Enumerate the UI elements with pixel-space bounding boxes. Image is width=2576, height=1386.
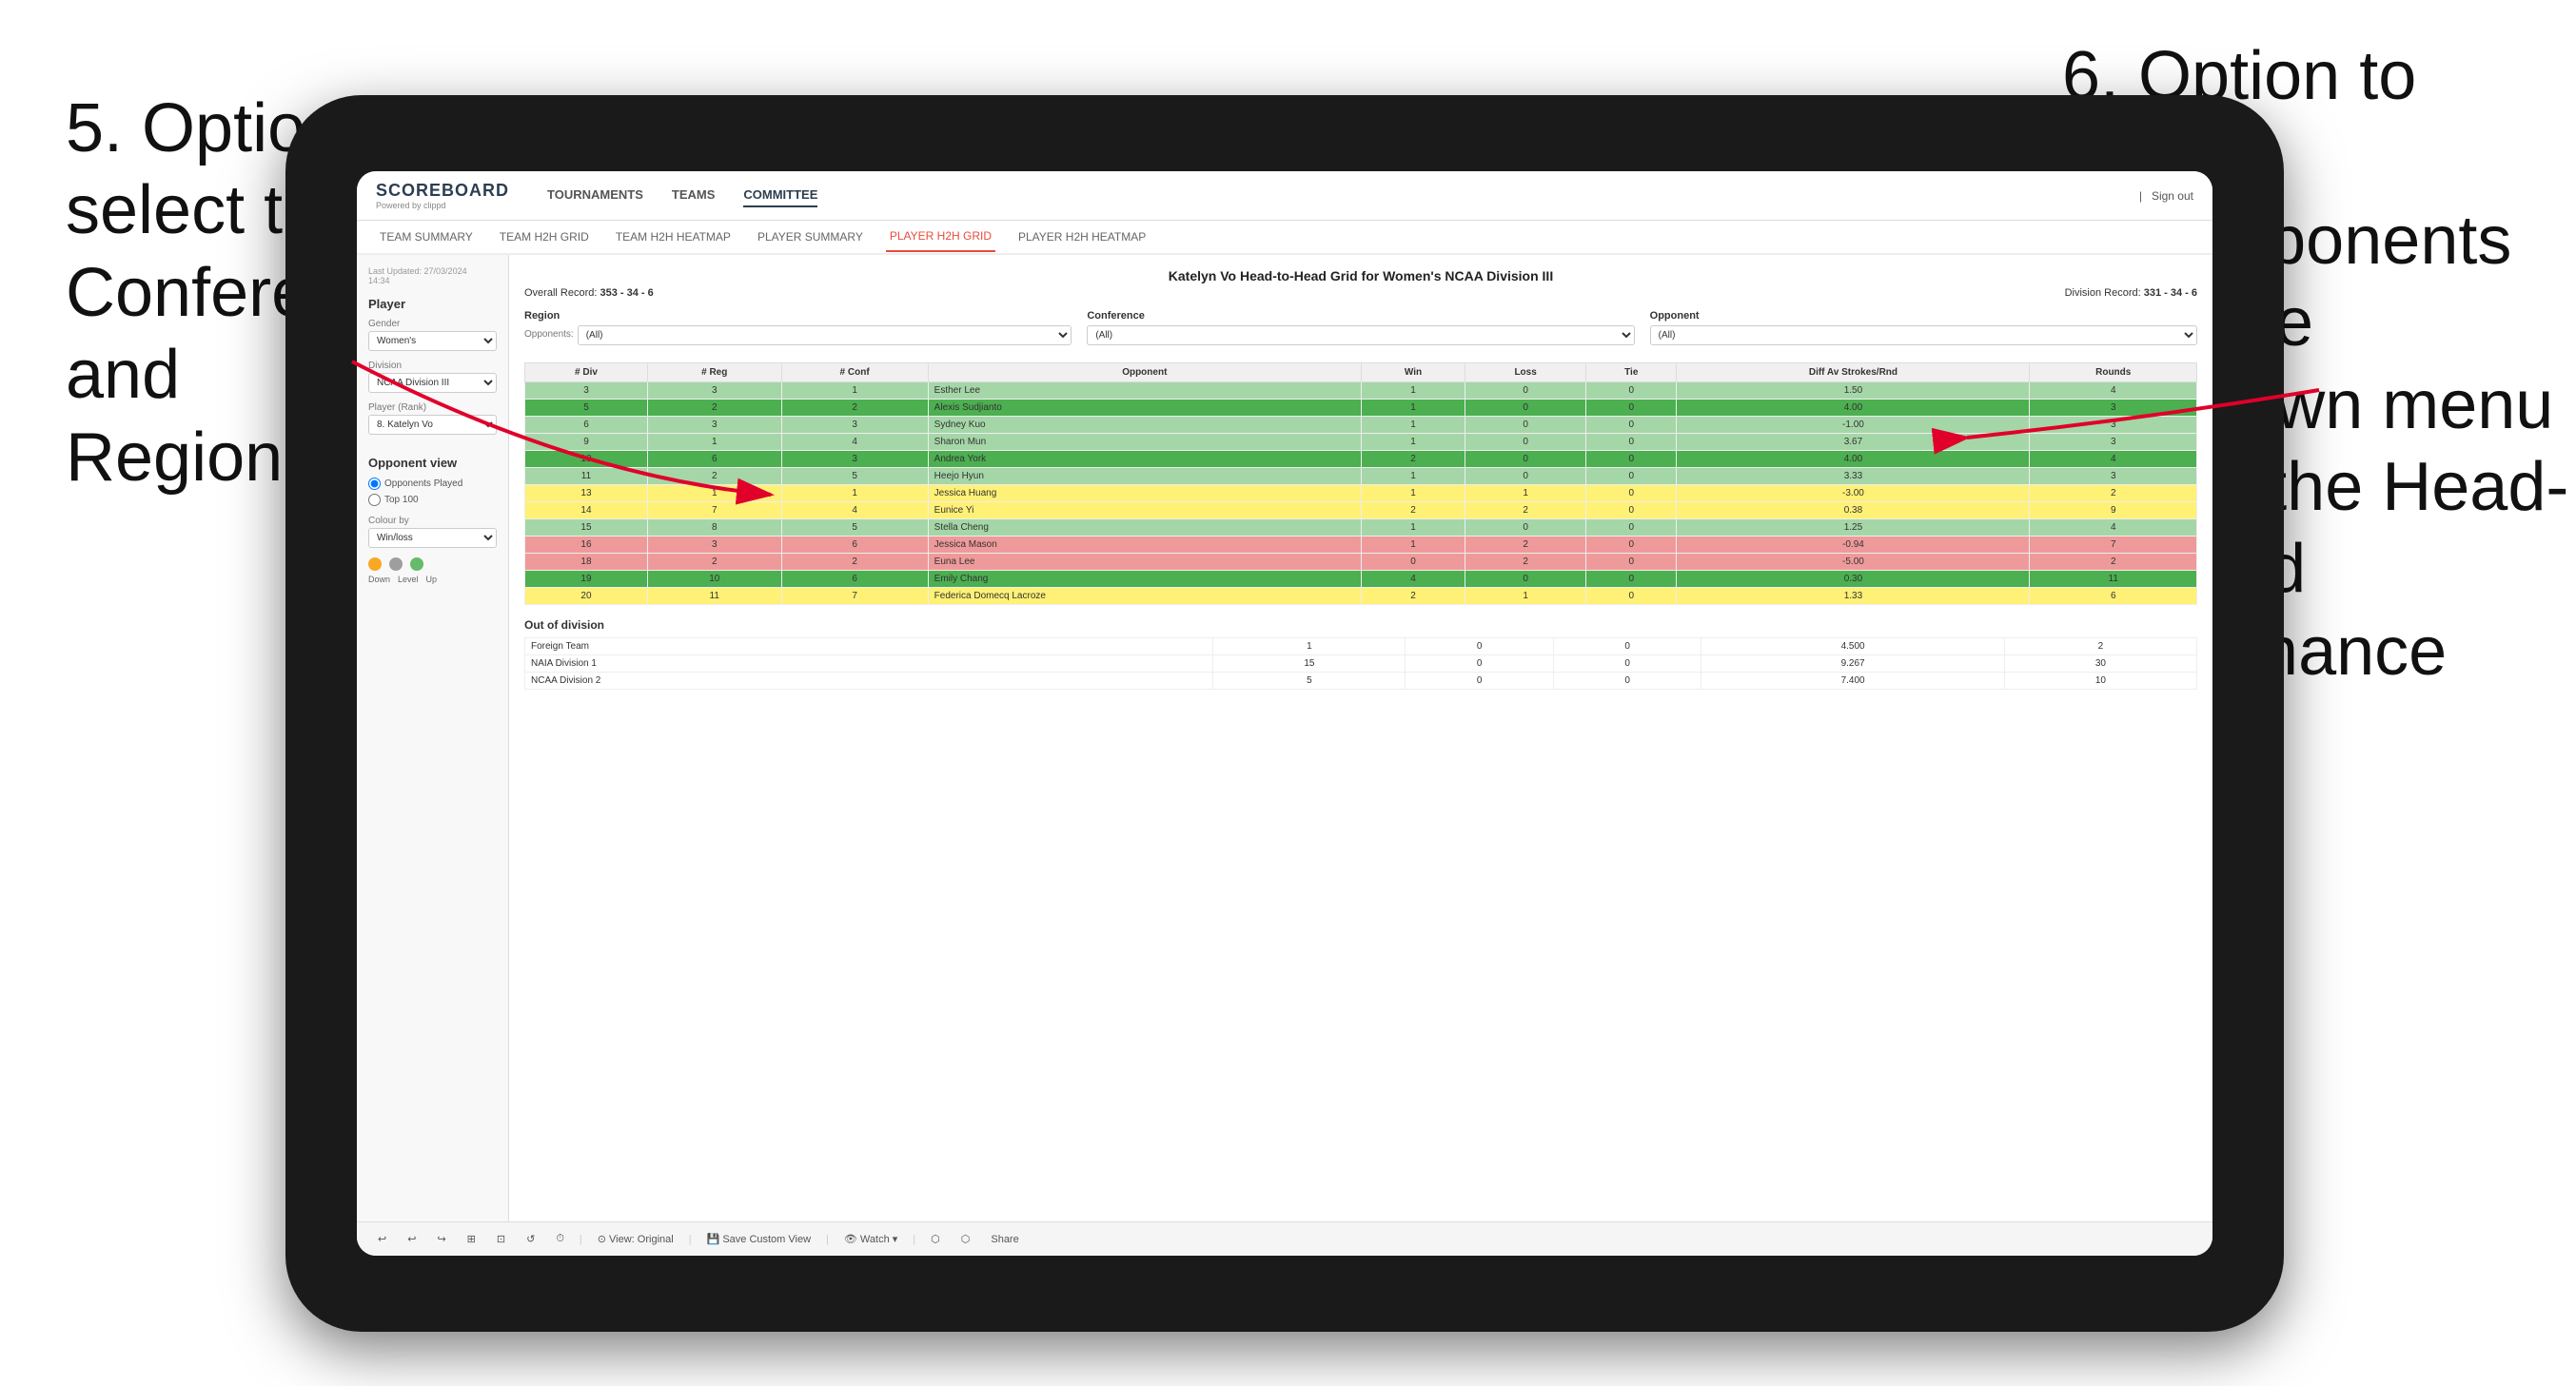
filter-row: Region Opponents: (All) Conference (All) — [524, 310, 2197, 351]
colour-legend — [368, 557, 497, 571]
gender-select[interactable]: Women's — [368, 331, 497, 351]
app-header: SCOREBOARD Powered by clippd TOURNAMENTS… — [357, 171, 2212, 221]
table-row: 6 3 3 Sydney Kuo 1 0 0 -1.00 3 — [525, 417, 2197, 434]
tablet-screen: SCOREBOARD Powered by clippd TOURNAMENTS… — [357, 171, 2212, 1256]
table-row: 18 2 2 Euna Lee 0 2 0 -5.00 2 — [525, 554, 2197, 571]
col-diff: Diff Av Strokes/Rnd — [1677, 363, 2030, 382]
region-filter: Region Opponents: (All) — [524, 310, 1072, 351]
col-reg: # Reg — [647, 363, 781, 382]
sidebar: Last Updated: 27/03/2024 14:34 Player Ge… — [357, 255, 509, 1256]
view-original-btn[interactable]: ⊙ View: Original — [592, 1231, 679, 1247]
grid-btn[interactable]: ⊞ — [462, 1231, 482, 1247]
out-division-row: NAIA Division 1 15 0 0 9.267 30 — [525, 655, 2197, 673]
col-rounds: Rounds — [2030, 363, 2197, 382]
clock-btn[interactable]: ⏱ — [550, 1231, 570, 1247]
nav-committee[interactable]: COMMITTEE — [743, 184, 817, 207]
opponent-view-group: Opponents Played Top 100 — [368, 478, 497, 506]
col-win: Win — [1361, 363, 1465, 382]
logo-area: SCOREBOARD Powered by clippd — [376, 181, 509, 210]
save-custom-view-btn[interactable]: 💾 Save Custom View — [701, 1231, 816, 1247]
grid-title: Katelyn Vo Head-to-Head Grid for Women's… — [524, 268, 2197, 283]
undo-btn[interactable]: ↩ — [372, 1231, 392, 1247]
colour-by-select[interactable]: Win/loss — [368, 528, 497, 548]
export-btn[interactable]: ⬡ — [955, 1231, 976, 1247]
out-division-row: NCAA Division 2 5 0 0 7.400 10 — [525, 673, 2197, 690]
main-content: Last Updated: 27/03/2024 14:34 Player Ge… — [357, 255, 2212, 1256]
gender-label: Gender — [368, 319, 497, 329]
forward-btn[interactable]: ↪ — [431, 1231, 451, 1247]
tablet-device: SCOREBOARD Powered by clippd TOURNAMENTS… — [285, 95, 2284, 1332]
down-circle — [368, 557, 382, 571]
player-rank-select[interactable]: 8. Katelyn Vo — [368, 415, 497, 435]
table-row: 15 8 5 Stella Cheng 1 0 0 1.25 4 — [525, 519, 2197, 537]
table-row: 16 3 6 Jessica Mason 1 2 0 -0.94 7 — [525, 537, 2197, 554]
col-tie: Tie — [1586, 363, 1677, 382]
table-row: 5 2 2 Alexis Sudjianto 1 0 0 4.00 3 — [525, 400, 2197, 417]
bottom-toolbar: ↩ ↩ ↪ ⊞ ⊡ ↺ ⏱ | ⊙ View: Original | 💾 Sav… — [357, 1221, 2212, 1256]
sub-nav: TEAM SUMMARY TEAM H2H GRID TEAM H2H HEAT… — [357, 221, 2212, 255]
header-right: | Sign out — [2139, 189, 2193, 203]
table-row: 9 1 4 Sharon Mun 1 0 0 3.67 3 — [525, 434, 2197, 451]
subnav-player-h2h-heatmap[interactable]: PLAYER H2H HEATMAP — [1014, 223, 1150, 251]
sidebar-player-section: Player — [368, 297, 497, 311]
nav-tournaments[interactable]: TOURNAMENTS — [547, 184, 643, 207]
table-row: 20 11 7 Federica Domecq Lacroze 2 1 0 1.… — [525, 588, 2197, 605]
colour-labels: Down Level Up — [368, 575, 497, 584]
colour-by-label: Colour by — [368, 516, 497, 526]
main-nav: TOURNAMENTS TEAMS COMMITTEE — [547, 184, 2101, 207]
opponents-select[interactable]: (All) — [578, 325, 1072, 345]
table-row: 19 10 6 Emily Chang 4 0 0 0.30 11 — [525, 571, 2197, 588]
table-row: 14 7 4 Eunice Yi 2 2 0 0.38 9 — [525, 502, 2197, 519]
logo-sub: Powered by clippd — [376, 201, 509, 210]
share-options-btn[interactable]: ⬡ — [925, 1231, 946, 1247]
subnav-player-summary[interactable]: PLAYER SUMMARY — [754, 223, 867, 251]
top100-radio[interactable]: Top 100 — [368, 494, 497, 506]
share-btn[interactable]: Share — [985, 1232, 1024, 1247]
player-rank-label: Player (Rank) — [368, 402, 497, 413]
grid-records: Overall Record: 353 - 34 - 6 Division Re… — [524, 287, 2197, 299]
col-div: # Div — [525, 363, 648, 382]
subnav-team-summary[interactable]: TEAM SUMMARY — [376, 223, 477, 251]
redo-btn[interactable]: ↩ — [402, 1231, 422, 1247]
opponent-played-radio[interactable]: Opponents Played — [368, 478, 497, 490]
logo-text: SCOREBOARD — [376, 181, 509, 201]
up-circle — [410, 557, 423, 571]
division-label: Division — [368, 361, 497, 371]
grid-area: Katelyn Vo Head-to-Head Grid for Women's… — [509, 255, 2212, 1256]
subnav-team-h2h-grid[interactable]: TEAM H2H GRID — [496, 223, 593, 251]
col-opponent: Opponent — [928, 363, 1361, 382]
division-select[interactable]: NCAA Division III — [368, 373, 497, 393]
square-btn[interactable]: ⊡ — [491, 1231, 511, 1247]
subnav-team-h2h-heatmap[interactable]: TEAM H2H HEATMAP — [612, 223, 735, 251]
table-row: 3 3 1 Esther Lee 1 0 0 1.50 4 — [525, 382, 2197, 400]
subnav-player-h2h-grid[interactable]: PLAYER H2H GRID — [886, 222, 995, 252]
opponent-filter: Opponent (All) — [1650, 310, 2197, 351]
conference-filter: Conference (All) — [1087, 310, 1634, 351]
opponent-filter-select[interactable]: (All) — [1650, 325, 2197, 345]
table-row: 10 6 3 Andrea York 2 0 0 4.00 4 — [525, 451, 2197, 468]
nav-teams[interactable]: TEAMS — [672, 184, 716, 207]
col-conf: # Conf — [781, 363, 928, 382]
last-updated: Last Updated: 27/03/2024 14:34 — [368, 266, 497, 285]
opponent-view-label: Opponent view — [368, 456, 497, 470]
level-circle — [389, 557, 403, 571]
out-of-division-title: Out of division — [524, 618, 2197, 632]
h2h-table: # Div # Reg # Conf Opponent Win Loss Tie… — [524, 362, 2197, 605]
out-division-row: Foreign Team 1 0 0 4.500 2 — [525, 638, 2197, 655]
out-of-division-table: Foreign Team 1 0 0 4.500 2 NAIA Division… — [524, 637, 2197, 690]
conference-select[interactable]: (All) — [1087, 325, 1634, 345]
table-row: 13 1 1 Jessica Huang 1 1 0 -3.00 2 — [525, 485, 2197, 502]
watch-btn[interactable]: 👁 Watch ▾ — [838, 1231, 903, 1247]
col-loss: Loss — [1465, 363, 1586, 382]
refresh-btn[interactable]: ↺ — [521, 1231, 541, 1247]
overall-record: 353 - 34 - 6 — [600, 287, 653, 299]
sign-out-link[interactable]: Sign out — [2152, 189, 2193, 203]
table-row: 11 2 5 Heejo Hyun 1 0 0 3.33 3 — [525, 468, 2197, 485]
division-record: 331 - 34 - 6 — [2144, 287, 2197, 299]
